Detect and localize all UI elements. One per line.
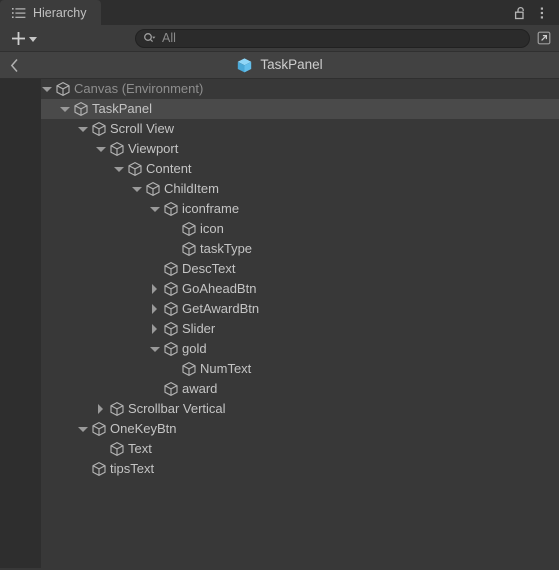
tree-row-label: tipsText <box>110 461 155 476</box>
prefab-breadcrumb-label: TaskPanel <box>260 57 323 73</box>
tree-row[interactable]: iconframe <box>0 199 559 219</box>
tree-row[interactable]: DescText <box>0 259 559 279</box>
chevron-left-icon <box>10 58 18 72</box>
search-dropdown-icon[interactable] <box>143 32 156 45</box>
tree-row[interactable]: Viewport <box>0 139 559 159</box>
tree-row-label: TaskPanel <box>92 101 152 116</box>
tree-row-label: NumText <box>200 361 252 376</box>
gameobject-cube-icon <box>181 221 197 237</box>
search-input[interactable]: All <box>135 28 530 48</box>
tree-row-label: Canvas (Environment) <box>74 81 204 96</box>
gameobject-cube-icon <box>163 341 179 357</box>
tree-row[interactable]: Canvas (Environment) <box>0 79 559 99</box>
tree-row-label: GoAheadBtn <box>182 281 257 296</box>
tree-row[interactable]: icon <box>0 219 559 239</box>
tree-row-label: OneKeyBtn <box>110 421 177 436</box>
search-area: All <box>135 28 553 48</box>
gameobject-cube-icon <box>163 381 179 397</box>
tab-hierarchy[interactable]: Hierarchy <box>0 0 101 25</box>
tree-row-label: DescText <box>182 261 236 276</box>
prefab-cube-icon <box>236 57 253 74</box>
expand-triangle-icon[interactable] <box>76 119 89 139</box>
tree-row[interactable]: NumText <box>0 359 559 379</box>
tab-strip-actions <box>510 0 559 25</box>
hierarchy-tree[interactable]: Canvas (Environment) TaskPanel Scroll View… <box>0 79 559 568</box>
tree-row-label: Text <box>128 441 152 456</box>
create-object-button[interactable] <box>8 29 40 48</box>
gameobject-cube-icon <box>181 361 197 377</box>
gameobject-cube-icon <box>163 201 179 217</box>
kebab-menu-icon[interactable] <box>532 3 552 23</box>
gameobject-cube-icon <box>127 161 143 177</box>
tab-strip: Hierarchy <box>0 0 559 25</box>
gameobject-cube-icon <box>91 121 107 137</box>
expand-triangle-icon[interactable] <box>148 339 161 359</box>
chevron-down-icon <box>29 36 37 42</box>
tree-row-label: GetAwardBtn <box>182 301 260 316</box>
search-input-value: All <box>162 31 176 45</box>
prefab-back-button[interactable] <box>0 52 28 79</box>
gameobject-cube-icon <box>91 421 107 437</box>
gameobject-cube-icon <box>55 81 71 97</box>
tree-row-label: icon <box>200 221 224 236</box>
expand-triangle-icon[interactable] <box>112 159 125 179</box>
gameobject-cube-icon <box>109 441 125 457</box>
tree-row[interactable]: GoAheadBtn <box>0 279 559 299</box>
plus-icon <box>11 31 26 46</box>
tree-row-label: iconframe <box>182 201 240 216</box>
expand-triangle-icon[interactable] <box>94 139 107 159</box>
gameobject-cube-icon <box>163 281 179 297</box>
prefab-breadcrumb-bar: TaskPanel <box>0 52 559 79</box>
tree-row[interactable]: taskType <box>0 239 559 259</box>
expand-triangle-icon[interactable] <box>58 99 71 119</box>
gameobject-cube-icon <box>145 181 161 197</box>
tree-row[interactable]: ChildItem <box>0 179 559 199</box>
tree-row[interactable]: gold <box>0 339 559 359</box>
tree-row-label: Content <box>146 161 192 176</box>
tab-label: Hierarchy <box>33 6 87 21</box>
expand-triangle-icon[interactable] <box>148 199 161 219</box>
tree-row[interactable]: Text <box>0 439 559 459</box>
tree-row[interactable]: Slider <box>0 319 559 339</box>
gameobject-cube-icon <box>163 301 179 317</box>
tree-row-label: Slider <box>182 321 216 336</box>
padlock-open-icon[interactable] <box>510 3 530 23</box>
expand-triangle-icon[interactable] <box>130 179 143 199</box>
expand-triangle-icon[interactable] <box>76 419 89 439</box>
open-in-new-window-icon[interactable] <box>534 29 553 48</box>
gameobject-cube-icon <box>163 321 179 337</box>
tree-row-label: award <box>182 381 218 396</box>
tree-row-label: taskType <box>200 241 253 256</box>
prefab-breadcrumb: TaskPanel <box>0 57 559 74</box>
tree-row[interactable]: OneKeyBtn <box>0 419 559 439</box>
gameobject-cube-icon <box>109 141 125 157</box>
tree-row[interactable]: GetAwardBtn <box>0 299 559 319</box>
collapse-triangle-icon[interactable] <box>148 279 161 299</box>
hierarchy-toolbar: All <box>0 25 559 52</box>
tree-row-label: Scroll View <box>110 121 175 136</box>
gameobject-cube-icon <box>109 401 125 417</box>
tree-row-label: Scrollbar Vertical <box>128 401 226 416</box>
tree-row[interactable]: award <box>0 379 559 399</box>
gameobject-cube-icon <box>91 461 107 477</box>
collapse-triangle-icon[interactable] <box>148 299 161 319</box>
expand-triangle-icon[interactable] <box>40 79 53 99</box>
tree-row-list: Canvas (Environment) TaskPanel Scroll View… <box>0 79 559 479</box>
tree-row[interactable]: Scrollbar Vertical <box>0 399 559 419</box>
tree-row[interactable]: tipsText <box>0 459 559 479</box>
collapse-triangle-icon[interactable] <box>148 319 161 339</box>
hierarchy-window: Hierarchy All TaskPanel Canvas (Environm… <box>0 0 559 570</box>
tree-row[interactable]: Content <box>0 159 559 179</box>
gameobject-cube-icon <box>181 241 197 257</box>
tree-row-label: gold <box>182 341 207 356</box>
tree-row-label: ChildItem <box>164 181 219 196</box>
list-icon <box>12 7 26 19</box>
tab-strip-spacer <box>101 0 511 25</box>
tree-row[interactable]: Scroll View <box>0 119 559 139</box>
gameobject-cube-icon <box>163 261 179 277</box>
tree-row[interactable]: TaskPanel <box>0 99 559 119</box>
tree-row-label: Viewport <box>128 141 179 156</box>
gameobject-cube-icon <box>73 101 89 117</box>
collapse-triangle-icon[interactable] <box>94 399 107 419</box>
